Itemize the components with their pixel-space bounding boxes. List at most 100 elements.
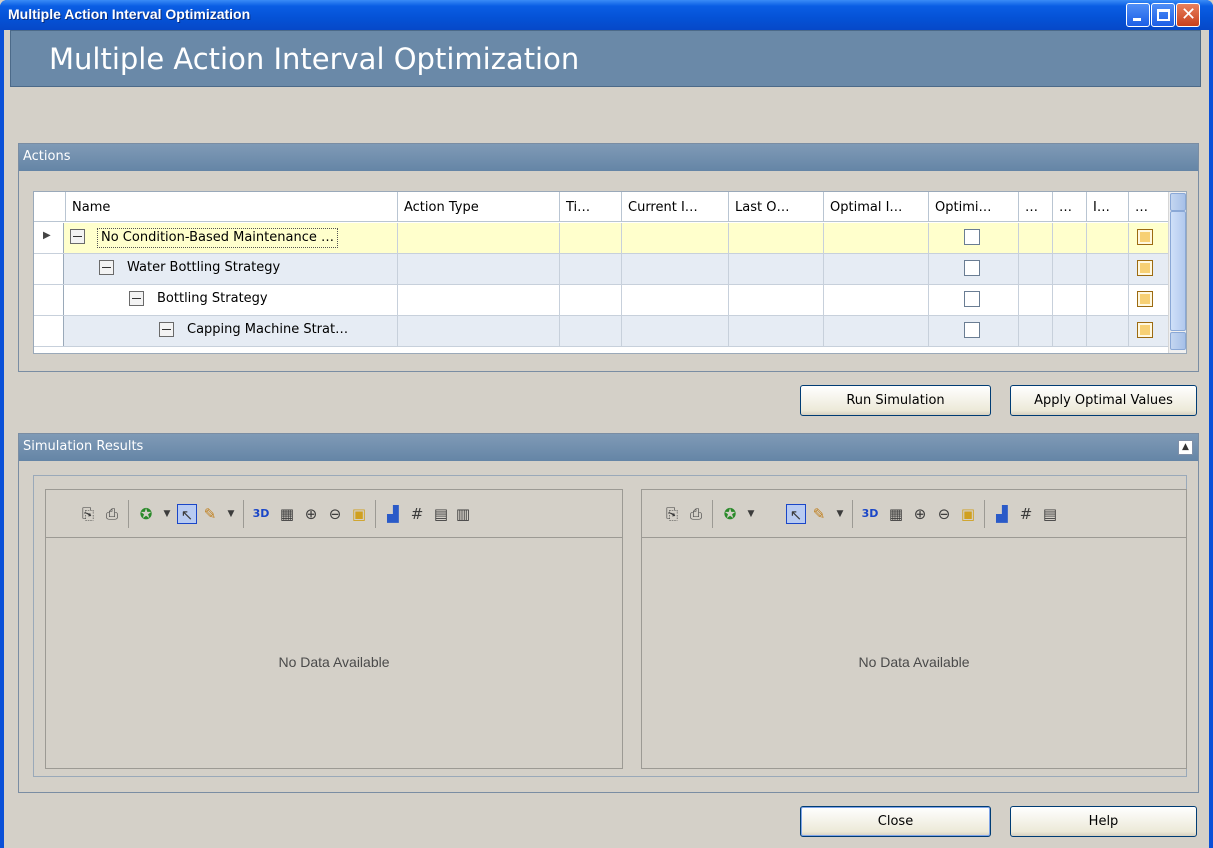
grid-cell[interactable] [1052,254,1053,284]
horizontal-split-icon[interactable]: ⊖ [325,504,345,524]
data-editor-icon[interactable]: ▤ [1040,504,1060,524]
grid-cell[interactable] [728,223,729,253]
collapse-panel-button[interactable]: ▲ [1178,440,1193,455]
grid-cell[interactable] [397,285,398,315]
grid-cell[interactable] [559,223,560,253]
print-icon[interactable]: ⎙ [686,504,706,524]
chart-options-icon[interactable]: ▟ [383,504,403,524]
palette-icon[interactable]: ✎ [809,504,829,524]
title-bar[interactable]: Multiple Action Interval Optimization ✕ [0,0,1213,30]
export-icon[interactable]: ▣ [349,504,369,524]
chevron-down-icon[interactable]: ▼ [221,504,241,524]
number-format-icon[interactable]: # [1016,504,1036,524]
chart-options-icon[interactable]: ▟ [992,504,1012,524]
column-header-last-o[interactable]: Last O… [728,192,823,222]
row-option-checkbox[interactable] [1137,322,1153,338]
row-name-cell[interactable]: Bottling Strategy [157,291,268,306]
copy-icon[interactable]: ⎘ [662,504,682,524]
pointer-icon[interactable]: ↖ [177,504,197,524]
column-header-col9[interactable]: … [1052,192,1086,222]
grid-cell[interactable] [559,254,560,284]
optimize-checkbox[interactable] [964,260,980,276]
grid-cell[interactable] [728,316,729,346]
export-icon[interactable]: ▣ [958,504,978,524]
table-row[interactable]: Water Bottling Strategy [34,254,1168,285]
maximize-button[interactable] [1151,3,1175,27]
row-selector[interactable] [34,254,64,284]
column-header-ti[interactable]: Ti… [559,192,621,222]
column-header-action-type[interactable]: Action Type [397,192,560,222]
grid-cell[interactable] [1086,254,1087,284]
column-header-col11[interactable]: … [1128,192,1168,222]
collapse-icon[interactable] [99,260,114,275]
grid-cell[interactable] [621,316,622,346]
data-editor-icon[interactable]: ▤ [431,504,451,524]
grid-cell[interactable] [1086,285,1087,315]
3d-icon[interactable]: 3D [251,504,271,524]
grid-cell[interactable] [621,285,622,315]
scroll-thumb[interactable] [1170,211,1186,331]
apply-optimal-values-button[interactable]: Apply Optimal Values [1010,385,1197,416]
minimize-button[interactable] [1126,3,1150,27]
horizontal-split-icon[interactable]: ⊖ [934,504,954,524]
actions-grid[interactable]: Name Action Type Ti… Current I… Last O… … [33,191,1187,354]
collapse-icon[interactable] [129,291,144,306]
grid-cell[interactable] [1018,223,1019,253]
table-row[interactable]: Bottling Strategy [34,285,1168,316]
grid-cell[interactable] [1086,316,1087,346]
optimize-checkbox[interactable] [964,291,980,307]
print-icon[interactable]: ⎙ [102,504,122,524]
vertical-split-icon[interactable]: ⊕ [910,504,930,524]
palette-icon[interactable]: ✎ [200,504,220,524]
number-format-icon[interactable]: # [407,504,427,524]
column-header-name[interactable]: Name [65,192,430,222]
column-header-optimize[interactable]: Optimi… [928,192,1018,222]
vertical-split-icon[interactable]: ⊕ [301,504,321,524]
table-row[interactable]: ▶ No Condition-Based Maintenance … [34,223,1168,254]
row-selector[interactable]: ▶ [34,223,64,253]
help-button[interactable]: Help [1010,806,1197,837]
grid-icon[interactable]: ▦ [886,504,906,524]
grid-cell[interactable] [823,223,824,253]
row-name-cell[interactable]: Water Bottling Strategy [127,260,280,275]
chevron-down-icon[interactable]: ▼ [741,504,761,524]
scroll-up-icon[interactable] [1170,193,1186,211]
row-selector[interactable] [34,316,64,346]
run-simulation-button[interactable]: Run Simulation [800,385,991,416]
close-window-button[interactable]: ✕ [1176,3,1200,27]
grid-cell[interactable] [1052,285,1053,315]
column-header-current-interval[interactable]: Current I… [621,192,728,222]
scroll-down-icon[interactable] [1170,332,1186,350]
collapse-icon[interactable] [159,322,174,337]
chart-type-icon[interactable]: ✪ [720,504,740,524]
chart-type-icon[interactable]: ✪ [136,504,156,524]
grid-cell[interactable] [621,223,622,253]
row-option-checkbox[interactable] [1137,260,1153,276]
collapse-icon[interactable] [70,229,85,244]
grid-cell[interactable] [1086,223,1087,253]
table-row[interactable]: Capping Machine Strat… [34,316,1168,347]
row-option-checkbox[interactable] [1137,229,1153,245]
grid-icon[interactable]: ▦ [277,504,297,524]
row-name-cell[interactable]: Capping Machine Strat… [187,322,348,337]
row-option-checkbox[interactable] [1137,291,1153,307]
grid-cell[interactable] [559,316,560,346]
grid-cell[interactable] [397,316,398,346]
row-name-cell[interactable]: No Condition-Based Maintenance … [97,228,338,248]
grid-cell[interactable] [1018,254,1019,284]
3d-icon[interactable]: 3D [860,504,880,524]
close-button[interactable]: Close [800,806,991,837]
optimize-checkbox[interactable] [964,229,980,245]
chevron-down-icon[interactable]: ▼ [157,504,177,524]
column-header-col10[interactable]: I… [1086,192,1128,222]
grid-cell[interactable] [1018,285,1019,315]
grid-cell[interactable] [823,254,824,284]
grid-cell[interactable] [823,285,824,315]
grid-cell[interactable] [397,223,398,253]
legend-icon[interactable]: ▥ [453,504,473,524]
copy-icon[interactable]: ⎘ [78,504,98,524]
grid-cell[interactable] [1052,316,1053,346]
grid-cell[interactable] [559,285,560,315]
row-selector[interactable] [34,285,64,315]
chevron-down-icon[interactable]: ▼ [830,504,850,524]
